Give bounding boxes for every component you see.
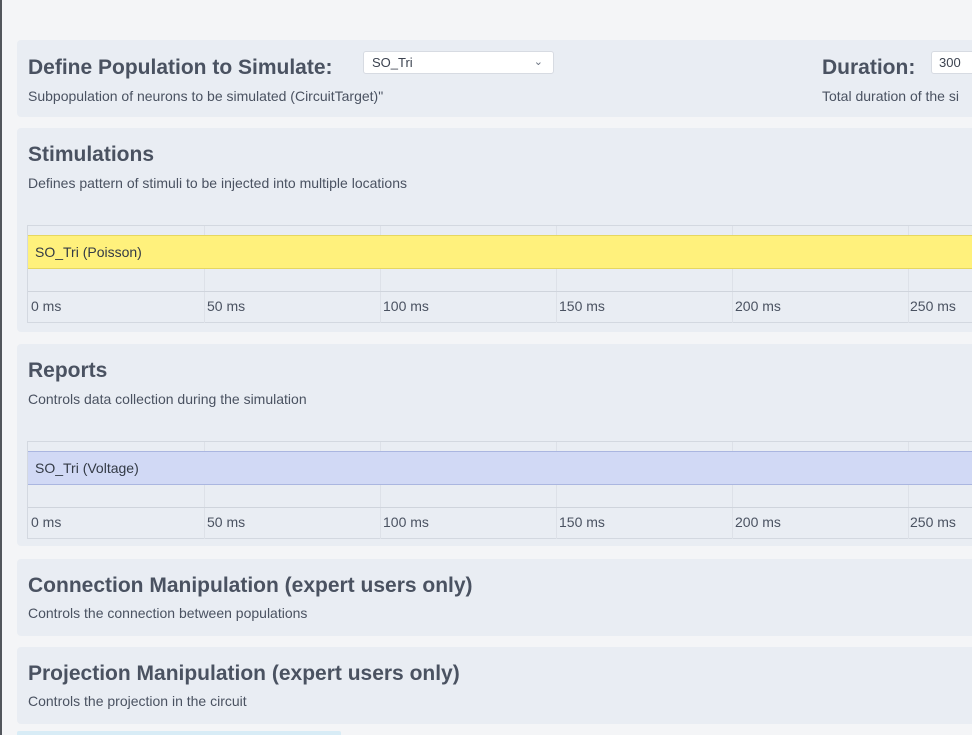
window-left-border — [0, 0, 2, 735]
connection-title: Connection Manipulation (expert users on… — [28, 574, 473, 597]
chevron-down-icon: ⌄ — [533, 56, 543, 68]
timeline-tick: 50 ms — [207, 514, 246, 530]
timeline-tick: 0 ms — [31, 514, 62, 530]
timeline-tick: 200 ms — [735, 298, 781, 314]
population-select-value: SO_Tri — [372, 55, 413, 70]
connection-description: Controls the connection between populati… — [28, 605, 308, 621]
stimulus-bar[interactable]: SO_Tri (Poisson) — [28, 235, 972, 269]
projection-title: Projection Manipulation (expert users on… — [28, 662, 460, 685]
timeline-tick: 100 ms — [383, 298, 429, 314]
population-panel: Define Population to Simulate: SO_Tri ⌄ … — [17, 40, 972, 117]
reports-description: Controls data collection during the simu… — [28, 391, 307, 407]
timeline-tick: 250 ms — [910, 514, 956, 530]
timeline-tick: 150 ms — [559, 298, 605, 314]
stimulations-panel: Stimulations Defines pattern of stimuli … — [17, 128, 972, 332]
timeline-tick: 150 ms — [559, 514, 605, 530]
report-bar[interactable]: SO_Tri (Voltage) — [28, 451, 972, 485]
projection-description: Controls the projection in the circuit — [28, 693, 247, 709]
timeline-tick: 100 ms — [383, 514, 429, 530]
stimulations-timeline: SO_Tri (Poisson) 0 ms 50 ms 100 ms 150 m… — [27, 225, 972, 323]
reports-title: Reports — [28, 359, 108, 382]
population-description: Subpopulation of neurons to be simulated… — [28, 88, 384, 104]
projection-panel[interactable]: Projection Manipulation (expert users on… — [17, 647, 972, 724]
population-select[interactable]: SO_Tri ⌄ — [363, 51, 554, 74]
population-title: Define Population to Simulate: — [28, 56, 333, 79]
timeline-tick: 250 ms — [910, 298, 956, 314]
stimulations-description: Defines pattern of stimuli to be injecte… — [28, 175, 407, 191]
stimulations-title: Stimulations — [28, 143, 155, 166]
timeline-tick: 50 ms — [207, 298, 246, 314]
duration-description: Total duration of the si — [822, 88, 959, 104]
timeline-tick: 200 ms — [735, 514, 781, 530]
timeline-axis — [28, 291, 972, 292]
duration-label: Duration: — [822, 56, 916, 79]
reports-timeline: SO_Tri (Voltage) 0 ms 50 ms 100 ms 150 m… — [27, 441, 972, 539]
duration-input[interactable]: 300 — [931, 51, 972, 74]
next-panel-edge — [17, 731, 341, 735]
reports-panel: Reports Controls data collection during … — [17, 344, 972, 546]
connection-panel[interactable]: Connection Manipulation (expert users on… — [17, 559, 972, 636]
timeline-tick: 0 ms — [31, 298, 62, 314]
timeline-axis — [28, 507, 972, 508]
